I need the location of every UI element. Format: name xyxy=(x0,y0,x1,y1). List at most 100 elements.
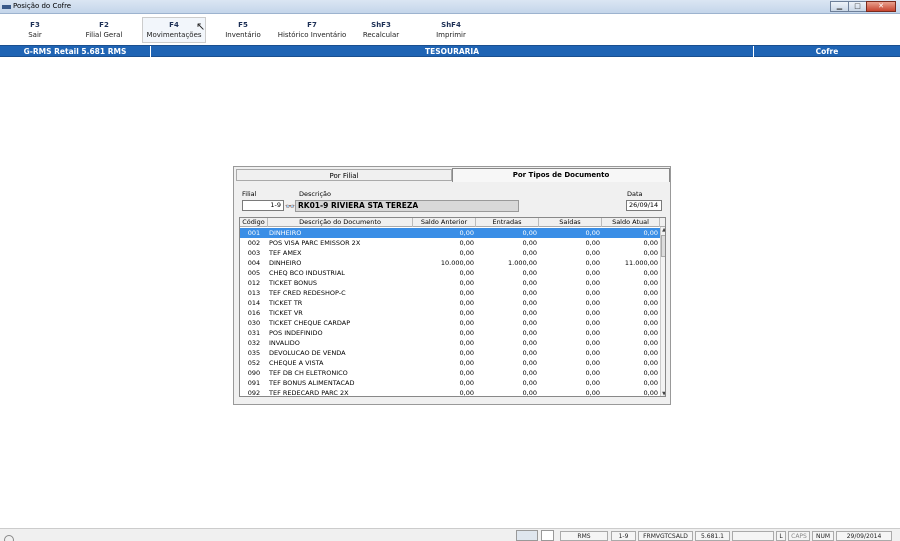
table-cell: 0,00 xyxy=(643,359,658,367)
table-cell: TEF AMEX xyxy=(269,249,302,257)
table-row[interactable]: 052 CHEQUE A VISTA 0,00 0,00 0,00 0,00 xyxy=(240,358,660,368)
table-cell: 0,00 xyxy=(459,289,474,297)
table-cell: 0,00 xyxy=(459,359,474,367)
status-form: FRMVGTCSALD xyxy=(638,531,693,541)
toolbar-inventario-button[interactable]: F5 Inventário xyxy=(222,20,264,40)
table-cell: 11.000,00 xyxy=(624,259,658,267)
table-cell: 0,00 xyxy=(459,389,474,397)
minimize-button[interactable]: ▁ xyxy=(830,1,849,12)
table-row[interactable]: 002 POS VISA PARC EMISSOR 2X 0,00 0,00 0,00 0… xyxy=(240,238,660,248)
table-cell: DEVOLUCAO DE VENDA xyxy=(269,349,346,357)
table-cell: 0,00 xyxy=(585,269,600,277)
table-cell: CHEQ BCO INDUSTRIAL xyxy=(269,269,345,277)
table-cell: 0,00 xyxy=(585,249,600,257)
data-field[interactable]: 26/09/14 xyxy=(626,200,662,211)
table-cell: 0,00 xyxy=(459,249,474,257)
table-cell: TICKET VR xyxy=(269,309,303,317)
table-cell: 0,00 xyxy=(459,279,474,287)
table-cell: 090 xyxy=(247,369,261,377)
column-header[interactable]: Saldo Atual xyxy=(602,218,660,227)
filial-label: Filial xyxy=(242,190,257,198)
table-cell: 0,00 xyxy=(522,269,537,277)
table-cell: 091 xyxy=(247,379,261,387)
table-cell: 0,00 xyxy=(643,339,658,347)
grid-scrollbar[interactable]: ▲ ▼ xyxy=(660,227,665,396)
data-label: Data xyxy=(627,190,643,198)
table-row[interactable]: 014 TICKET TR 0,00 0,00 0,00 0,00 xyxy=(240,298,660,308)
table-cell: 0,00 xyxy=(643,329,658,337)
status-version: 5.681.1 xyxy=(695,531,730,541)
table-cell: 0,00 xyxy=(459,349,474,357)
maximize-button[interactable]: □ xyxy=(848,1,867,12)
table-cell: 092 xyxy=(247,389,261,397)
table-cell: 0,00 xyxy=(643,269,658,277)
column-header[interactable]: Saldo Anterior xyxy=(413,218,476,227)
table-cell: POS VISA PARC EMISSOR 2X xyxy=(269,239,361,247)
module-header-bar: G-RMS Retail 5.681 RMS TESOURARIA Cofre xyxy=(0,45,900,57)
table-row[interactable]: 004 DINHEIRO 10.000,00 1.000,00 0,00 11.000,0… xyxy=(240,258,660,268)
scroll-down-icon[interactable]: ▼ xyxy=(661,391,665,396)
table-cell: 032 xyxy=(247,339,261,347)
table-cell: TICKET TR xyxy=(269,299,303,307)
table-row[interactable]: 035 DEVOLUCAO DE VENDA 0,00 0,00 0,00 0,00 xyxy=(240,348,660,358)
tab-por-filial[interactable]: Por Filial xyxy=(236,169,452,181)
table-cell: 0,00 xyxy=(585,229,600,237)
clipboard-icon xyxy=(541,530,554,541)
scroll-thumb[interactable] xyxy=(661,235,665,257)
table-cell: 0,00 xyxy=(522,329,537,337)
table-row[interactable]: 031 POS INDEFINIDO 0,00 0,00 0,00 0,00 xyxy=(240,328,660,338)
table-cell: INVALIDO xyxy=(269,339,300,347)
table-row[interactable]: 012 TICKET BONUS 0,00 0,00 0,00 0,00 xyxy=(240,278,660,288)
table-row[interactable]: 032 INVALIDO 0,00 0,00 0,00 0,00 xyxy=(240,338,660,348)
grid-header: Código Descrição do Documento Saldo Ante… xyxy=(240,218,665,227)
app-version-label: G-RMS Retail 5.681 RMS xyxy=(0,46,151,57)
table-cell: 0,00 xyxy=(459,329,474,337)
table-cell: 030 xyxy=(247,319,261,327)
table-cell: 0,00 xyxy=(643,229,658,237)
table-row[interactable]: 005 CHEQ BCO INDUSTRIAL 0,00 0,00 0,00 0,00 xyxy=(240,268,660,278)
column-header[interactable]: Descrição do Documento xyxy=(268,218,413,227)
column-header[interactable]: Entradas xyxy=(476,218,539,227)
close-button[interactable]: ✕ xyxy=(866,1,896,12)
tab-por-tipos-documento[interactable]: Por Tipos de Documento xyxy=(452,168,670,182)
binoculars-search-icon[interactable]: 👓 xyxy=(285,202,295,211)
table-row[interactable]: 091 TEF BONUS ALIMENTACAD 0,00 0,00 0,00 0,00 xyxy=(240,378,660,388)
toolbar-sair-button[interactable]: F3 Sair xyxy=(20,20,50,40)
table-cell: 0,00 xyxy=(522,349,537,357)
table-cell: 0,00 xyxy=(643,349,658,357)
table-row[interactable]: 092 TEF REDECARD PARC 2X 0,00 0,00 0,00 0,00 xyxy=(240,388,660,397)
table-cell: 0,00 xyxy=(459,379,474,387)
table-cell: 0,00 xyxy=(522,359,537,367)
status-num: NUM xyxy=(812,531,834,541)
toolbar-historico-inventario-button[interactable]: F7 Histórico Inventário xyxy=(275,20,349,40)
toolbar-recalcular-button[interactable]: ShF3 Recalcular xyxy=(360,20,402,40)
table-cell: 0,00 xyxy=(522,339,537,347)
table-row[interactable]: 003 TEF AMEX 0,00 0,00 0,00 0,00 xyxy=(240,248,660,258)
table-cell: 003 xyxy=(247,249,261,257)
table-row[interactable]: 030 TICKET CHEQUE CARDAP 0,00 0,00 0,00 0,00 xyxy=(240,318,660,328)
table-row[interactable]: 090 TEF DB CH ELETRONICO 0,00 0,00 0,00 0,00 xyxy=(240,368,660,378)
table-cell: 014 xyxy=(247,299,261,307)
scroll-up-icon[interactable]: ▲ xyxy=(661,227,665,234)
table-cell: CHEQUE A VISTA xyxy=(269,359,324,367)
column-header[interactable]: Código xyxy=(240,218,268,227)
title-bar: Posição do Cofre ▁ □ ✕ xyxy=(0,0,900,14)
table-cell: 0,00 xyxy=(522,289,537,297)
table-cell: 016 xyxy=(247,309,261,317)
table-cell: TICKET CHEQUE CARDAP xyxy=(269,319,351,327)
table-cell: 1.000,00 xyxy=(508,259,537,267)
table-cell: 0,00 xyxy=(585,299,600,307)
table-cell: 0,00 xyxy=(459,369,474,377)
table-cell: 0,00 xyxy=(459,309,474,317)
column-header[interactable]: Saídas xyxy=(539,218,602,227)
table-cell: 013 xyxy=(247,289,261,297)
table-cell: 0,00 xyxy=(643,299,658,307)
table-row[interactable]: 016 TICKET VR 0,00 0,00 0,00 0,00 xyxy=(240,308,660,318)
status-branch: 1-9 xyxy=(611,531,636,541)
toolbar-filial-geral-button[interactable]: F2 Filial Geral xyxy=(82,20,126,40)
toolbar-imprimir-button[interactable]: ShF4 Imprimir xyxy=(430,20,472,40)
table-row[interactable]: 013 TEF CRED REDESHOP-C 0,00 0,00 0,00 0,00 xyxy=(240,288,660,298)
table-row[interactable]: 001 DINHEIRO 0,00 0,00 0,00 0,00 xyxy=(240,228,660,238)
table-cell: 0,00 xyxy=(459,269,474,277)
filial-field[interactable]: 1-9 xyxy=(242,200,284,211)
